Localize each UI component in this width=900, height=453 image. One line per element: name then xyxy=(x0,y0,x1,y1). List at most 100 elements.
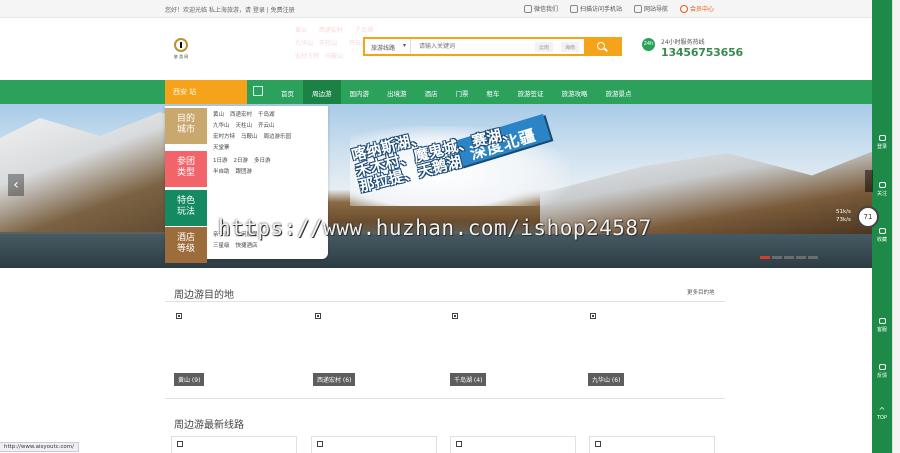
member-center-link[interactable]: 会员中心 xyxy=(680,4,714,13)
nav-item-domestic[interactable]: 国内游 xyxy=(341,80,379,104)
section-divider xyxy=(165,398,725,399)
site-logo[interactable]: 旅 游 网 xyxy=(170,38,192,68)
image-placeholder-icon xyxy=(176,313,182,319)
menu-row: 黄山 西递宏村 千岛湖 xyxy=(213,110,281,118)
image-placeholder-icon xyxy=(456,441,462,447)
image-placeholder-icon xyxy=(177,441,183,447)
sidebar-login[interactable]: 登录 xyxy=(872,135,892,150)
nav-item-home[interactable]: 首页 xyxy=(272,80,303,104)
menu-link[interactable]: 西递宏村 xyxy=(230,112,252,118)
search-type-select[interactable]: 旅游线路 xyxy=(365,39,411,54)
menu-link[interactable]: 九华山 xyxy=(213,123,230,129)
destination-card[interactable]: 西递宏村 (6) xyxy=(311,307,446,389)
menu-link[interactable]: 千岛湖 xyxy=(258,112,275,118)
menu-link[interactable]: 天堂寨 xyxy=(213,145,230,151)
menu-link[interactable]: 黄山 xyxy=(213,112,224,118)
banner-next-tab[interactable] xyxy=(865,170,873,192)
destinations-title: 周边游目的地 xyxy=(174,290,234,301)
menu-link[interactable]: 马鞍山 xyxy=(241,134,258,140)
category-tour-type[interactable]: 参团 类型 xyxy=(165,151,207,187)
destination-label: 西递宏村 (6) xyxy=(313,373,356,386)
nav-item-hotel[interactable]: 酒店 xyxy=(416,80,447,104)
banner-prev-button[interactable]: ‹ xyxy=(8,174,24,196)
wechat-link[interactable]: 微信我们 xyxy=(524,4,558,13)
search-button[interactable] xyxy=(584,39,620,54)
menu-link[interactable]: 快捷酒店 xyxy=(236,243,258,249)
menu-row: 三星级 快捷酒店 xyxy=(213,241,264,249)
menu-row: 九华山 天柱山 齐云山 xyxy=(213,121,281,129)
logo-mark xyxy=(174,38,188,52)
route-card[interactable] xyxy=(311,436,437,453)
menu-link[interactable]: 三星级 xyxy=(213,243,230,249)
menu-link[interactable]: 天柱山 xyxy=(236,123,253,129)
destination-card[interactable]: 九华山 (6) xyxy=(586,307,721,389)
menu-link[interactable]: 半自助 xyxy=(213,169,230,175)
edit-icon[interactable] xyxy=(253,86,263,96)
logo-text: 旅 游 网 xyxy=(173,54,189,59)
menu-link[interactable]: 多日游 xyxy=(254,158,271,164)
phone-24h-icon: 24h xyxy=(642,38,655,51)
banner-dot[interactable] xyxy=(760,256,770,259)
route-card[interactable] xyxy=(450,436,576,453)
destination-label: 九华山 (6) xyxy=(588,373,625,386)
watermark-text: https://www.huzhan.com/ishop24587 xyxy=(218,216,652,240)
city-switcher[interactable]: 西安 站 xyxy=(165,80,247,104)
nav-item-car-rental[interactable]: 租车 xyxy=(478,80,509,104)
nav-item-guides[interactable]: 旅游攻略 xyxy=(553,80,597,104)
wechat-icon xyxy=(524,4,532,13)
menu-row: 1日游 2日游 多日游 xyxy=(213,156,277,164)
search-tag-hainan[interactable]: 海南 xyxy=(561,42,580,52)
menu-link[interactable]: 跟团游 xyxy=(236,169,253,175)
menu-link[interactable]: 1日游 xyxy=(213,158,228,164)
route-card[interactable] xyxy=(171,436,297,453)
top-links: 微信我们 扫描访问手机站 网站导航 会员中心 xyxy=(524,4,714,13)
sidebar-follow[interactable]: 关注 xyxy=(872,182,892,197)
menu-link[interactable]: 宏村方特 xyxy=(213,134,235,140)
search-input[interactable] xyxy=(415,39,525,54)
headset-icon xyxy=(878,318,886,324)
menu-link[interactable]: 齐云山 xyxy=(258,123,275,129)
destination-card[interactable]: 千岛湖 (4) xyxy=(448,307,583,389)
sidebar-feedback[interactable]: 反馈 xyxy=(872,364,892,379)
hero-banner[interactable]: 深度北疆 喀纳斯湖、 禾木村、魔鬼城、赛湖、 那拉提、天鹅湖 ‹ xyxy=(0,104,872,268)
scrollbar[interactable] xyxy=(892,0,900,453)
section-divider xyxy=(165,301,725,302)
search-tag-yunnan[interactable]: 云南 xyxy=(535,42,554,52)
banner-dot[interactable] xyxy=(796,256,806,259)
nav-item-outbound[interactable]: 出境游 xyxy=(378,80,416,104)
category-hotel-level[interactable]: 酒店 等级 xyxy=(165,227,207,263)
sidebar-top[interactable]: ^ TOP xyxy=(872,406,892,421)
banner-dot[interactable] xyxy=(772,256,782,259)
speed-indicator[interactable]: 71 xyxy=(857,206,879,228)
banner-dot[interactable] xyxy=(808,256,818,259)
search-bar: 旅游线路 云南 海南 xyxy=(363,37,622,56)
edit-icon xyxy=(878,364,886,370)
nav-item-nearby[interactable]: 周边游 xyxy=(303,80,341,104)
sidebar-service[interactable]: 客服 xyxy=(872,318,892,333)
nav-item-visa[interactable]: 旅游签证 xyxy=(509,80,553,104)
mobile-site-link[interactable]: 扫描访问手机站 xyxy=(570,4,622,13)
arrow-up-icon: ^ xyxy=(878,406,886,415)
nav-item-attractions[interactable]: 旅游景点 xyxy=(597,80,641,104)
menu-row: 半自助 跟团游 xyxy=(213,167,258,175)
destination-card[interactable]: 黄山 (9) xyxy=(172,307,307,389)
more-destinations-link[interactable]: 更多目的地 xyxy=(687,288,715,296)
ghost-menu-overlay: 黄山 西递宏村 千岛湖 九华山 天柱山 齐云山 宏村方特 马鞍山 xyxy=(295,27,374,60)
route-card[interactable] xyxy=(589,436,715,453)
user-icon xyxy=(680,4,689,13)
site-nav-link[interactable]: 网站导航 xyxy=(634,4,668,13)
routes-title: 周边游最新线路 xyxy=(174,420,244,431)
menu-row: 宏村方特 马鞍山 周边游乐园 xyxy=(213,132,297,140)
banner-pagination xyxy=(760,256,818,259)
category-featured-play[interactable]: 特色 玩法 xyxy=(165,190,207,226)
main-nav: 西安 站 首页 周边游 国内游 出境游 酒店 门票 租车 旅游签证 旅游攻略 旅… xyxy=(0,80,872,104)
banner-dot[interactable] xyxy=(784,256,794,259)
sidebar-favorite[interactable]: 收藏 xyxy=(872,228,892,243)
welcome-text: 您好！欢迎光临 私上海旅游，请 登录 | 免费注册 xyxy=(165,7,295,14)
menu-link[interactable]: 2日游 xyxy=(234,158,249,164)
nav-item-tickets[interactable]: 门票 xyxy=(447,80,478,104)
menu-link[interactable]: 周边游乐园 xyxy=(264,134,292,140)
category-destination-city[interactable]: 目的 城市 xyxy=(165,108,207,144)
user-icon xyxy=(878,135,886,141)
image-placeholder-icon xyxy=(452,313,458,319)
